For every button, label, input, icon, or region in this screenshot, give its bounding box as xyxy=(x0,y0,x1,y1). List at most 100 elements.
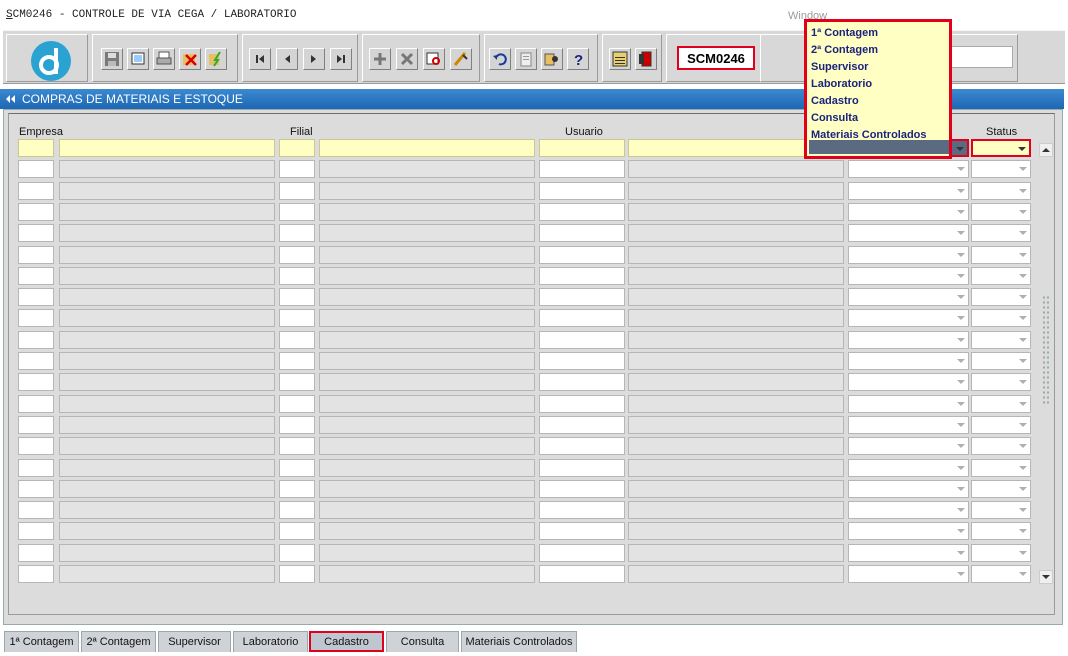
empresa-cell[interactable] xyxy=(18,543,54,562)
tipo-select[interactable] xyxy=(848,501,969,520)
status-select[interactable] xyxy=(971,437,1031,456)
filial-cell[interactable] xyxy=(279,330,315,349)
usuario-cell[interactable] xyxy=(539,415,625,434)
chevron-down-icon[interactable] xyxy=(1016,374,1030,390)
filial-name-cell[interactable] xyxy=(319,352,535,370)
empresa-name-cell[interactable] xyxy=(59,330,275,349)
dropdown-option[interactable]: Consulta xyxy=(811,112,858,124)
status-select[interactable] xyxy=(971,202,1031,221)
status-select[interactable] xyxy=(971,394,1031,413)
tipo-select[interactable] xyxy=(848,330,969,349)
empresa-cell[interactable] xyxy=(18,501,54,520)
filial-name-cell[interactable] xyxy=(319,309,535,328)
empresa-cell[interactable] xyxy=(18,394,54,413)
scroll-grip[interactable] xyxy=(1042,295,1050,405)
chevron-down-icon[interactable] xyxy=(1015,141,1029,157)
empresa-name-cell[interactable] xyxy=(59,394,275,413)
chevron-down-icon[interactable] xyxy=(954,183,968,199)
chevron-down-icon[interactable] xyxy=(954,545,968,561)
tab-2a-contagem[interactable]: 2ª Contagem xyxy=(81,631,156,652)
clipboard-icon[interactable] xyxy=(515,48,537,70)
empresa-name-cell[interactable] xyxy=(59,437,275,456)
panel-collapse-icon[interactable] xyxy=(5,94,16,104)
empresa-cell[interactable] xyxy=(18,202,54,221)
chevron-down-icon[interactable] xyxy=(1016,225,1030,241)
filial-name-cell[interactable] xyxy=(319,266,535,285)
usuario-cell[interactable] xyxy=(539,352,625,370)
tipo-select[interactable] xyxy=(848,415,969,434)
chevron-down-icon[interactable] xyxy=(1016,353,1030,369)
tipo-select[interactable] xyxy=(848,373,969,392)
empresa-cell[interactable] xyxy=(18,458,54,477)
empresa-name-cell[interactable] xyxy=(59,245,275,264)
chevron-down-icon[interactable] xyxy=(1016,523,1030,539)
chevron-down-icon[interactable] xyxy=(954,353,968,369)
usuario-name-cell[interactable] xyxy=(628,479,844,498)
filial-name-cell[interactable] xyxy=(319,522,535,541)
usuario-name-cell[interactable] xyxy=(628,202,844,221)
usuario-cell[interactable] xyxy=(539,181,625,200)
empresa-name-cell[interactable] xyxy=(59,522,275,541)
status-select[interactable] xyxy=(971,245,1031,264)
filial-name-cell[interactable] xyxy=(319,543,535,562)
insert-record-icon[interactable] xyxy=(369,48,391,70)
tab-consulta[interactable]: Consulta xyxy=(386,631,459,652)
usuario-name-cell[interactable] xyxy=(628,373,844,392)
filial-cell[interactable] xyxy=(279,352,315,370)
empresa-cell[interactable] xyxy=(18,181,54,200)
status-select[interactable] xyxy=(971,330,1031,349)
filial-name-cell[interactable] xyxy=(319,565,535,583)
chevron-down-icon[interactable] xyxy=(1016,183,1030,199)
status-select[interactable] xyxy=(971,565,1031,583)
filial-name-cell[interactable] xyxy=(319,245,535,264)
empresa-name-cell[interactable] xyxy=(59,479,275,498)
tab-1a-contagem[interactable]: 1ª Contagem xyxy=(4,631,79,652)
tipo-select[interactable] xyxy=(848,394,969,413)
filial-cell[interactable] xyxy=(279,245,315,264)
save-icon[interactable] xyxy=(101,48,123,70)
usuario-cell[interactable] xyxy=(539,224,625,243)
empresa-name-cell[interactable] xyxy=(59,458,275,477)
filial-cell[interactable] xyxy=(279,394,315,413)
filial-cell[interactable] xyxy=(279,373,315,392)
usuario-name-cell[interactable] xyxy=(628,565,844,583)
chevron-down-icon[interactable] xyxy=(1016,247,1030,263)
print-icon[interactable] xyxy=(153,48,175,70)
tipo-select[interactable] xyxy=(848,309,969,328)
filial-name-cell[interactable] xyxy=(319,394,535,413)
tipo-select[interactable] xyxy=(848,245,969,264)
tipo-select[interactable] xyxy=(848,458,969,477)
clear-icon[interactable] xyxy=(450,48,472,70)
usuario-cell[interactable] xyxy=(539,479,625,498)
menu-icon[interactable] xyxy=(609,48,631,70)
chevron-down-icon[interactable] xyxy=(954,247,968,263)
chevron-down-icon[interactable] xyxy=(1016,460,1030,476)
chevron-down-icon[interactable] xyxy=(954,460,968,476)
scroll-up-icon[interactable] xyxy=(1039,143,1053,157)
empresa-cell[interactable] xyxy=(18,522,54,541)
filial-name-cell[interactable] xyxy=(319,373,535,392)
usuario-name-cell[interactable] xyxy=(628,181,844,200)
usuario-name-cell[interactable] xyxy=(628,309,844,328)
empresa-cell[interactable] xyxy=(18,565,54,583)
next-record-icon[interactable] xyxy=(303,48,325,70)
tipo-select[interactable] xyxy=(848,181,969,200)
chevron-down-icon[interactable] xyxy=(954,225,968,241)
filial-cell[interactable] xyxy=(279,543,315,562)
usuario-name-cell[interactable] xyxy=(628,330,844,349)
delete-record-icon[interactable] xyxy=(179,48,201,70)
usuario-cell[interactable] xyxy=(539,565,625,583)
chevron-down-icon[interactable] xyxy=(954,566,968,582)
chevron-down-icon[interactable] xyxy=(1016,502,1030,518)
exit-icon[interactable] xyxy=(635,48,657,70)
dropdown-option[interactable]: Laboratorio xyxy=(811,78,872,90)
chevron-down-icon[interactable] xyxy=(1016,396,1030,412)
tipo-select[interactable] xyxy=(848,565,969,583)
tipo-select[interactable] xyxy=(848,437,969,456)
empresa-cell[interactable] xyxy=(18,479,54,498)
tipo-select[interactable] xyxy=(848,224,969,243)
status-select[interactable] xyxy=(971,266,1031,285)
tipo-select[interactable] xyxy=(848,202,969,221)
chevron-down-icon[interactable] xyxy=(1016,545,1030,561)
empresa-cell[interactable] xyxy=(18,437,54,456)
